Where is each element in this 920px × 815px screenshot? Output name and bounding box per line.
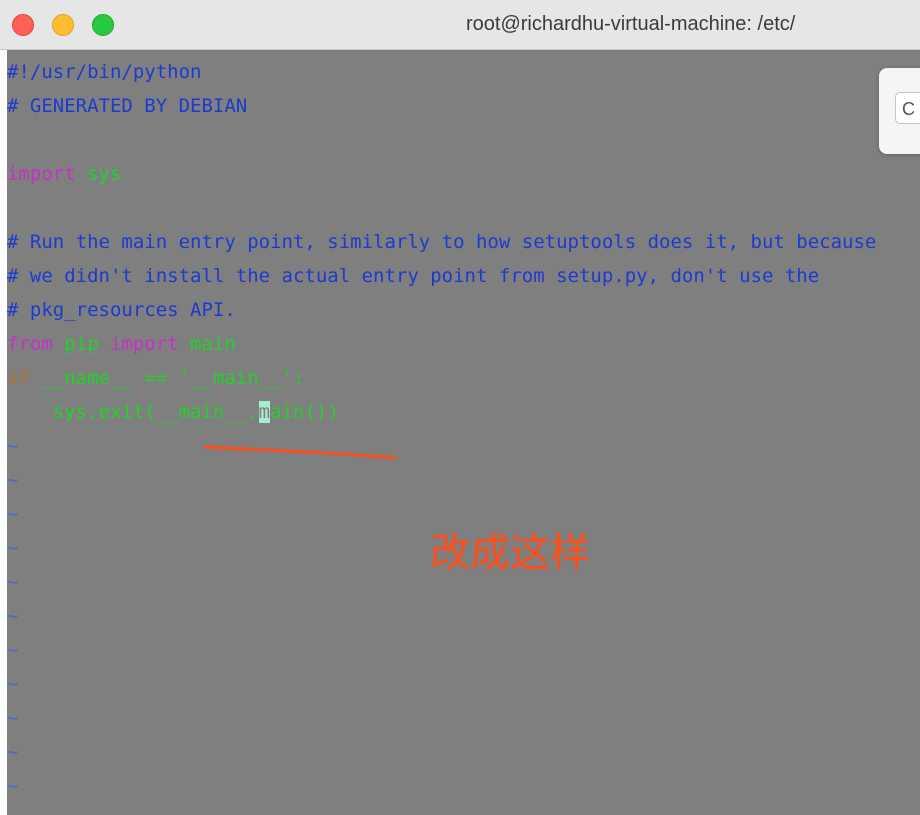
annotation-underline xyxy=(203,445,397,460)
underline-stroke xyxy=(203,445,397,460)
annotation-note: 改成这样 xyxy=(430,530,590,576)
